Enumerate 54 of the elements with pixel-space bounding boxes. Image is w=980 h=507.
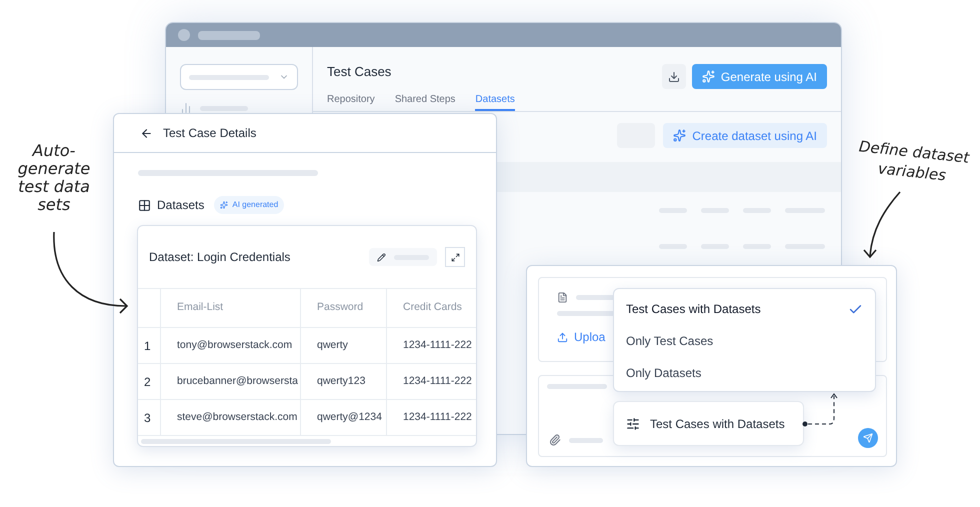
pencil-icon — [377, 252, 386, 262]
row-number: 1 — [138, 328, 161, 364]
create-dataset-button[interactable]: Create dataset using AI — [663, 123, 827, 148]
column-header: Password — [301, 288, 387, 328]
sliders-icon — [626, 416, 640, 430]
upload-link[interactable]: Uploa — [557, 328, 606, 346]
sparkle-icon — [702, 70, 715, 83]
table-cell: 1234-1111-222 — [387, 328, 476, 364]
expand-icon — [450, 252, 460, 262]
menu-item[interactable]: Test Cases with Datasets — [614, 293, 875, 325]
connector-arrow — [802, 392, 840, 428]
table-cell: 1234-1111-222 — [387, 364, 476, 400]
scrollbar[interactable] — [141, 438, 331, 444]
back-arrow-icon[interactable] — [140, 126, 153, 140]
menu-item[interactable]: Only Test Cases — [614, 325, 875, 357]
column-header — [138, 288, 161, 328]
row-number: 2 — [138, 364, 161, 400]
bar-chart-icon — [180, 102, 192, 114]
table-cell: brucebanner@browsersta — [161, 364, 301, 400]
upload-icon — [557, 332, 568, 342]
paperclip-icon[interactable] — [549, 434, 561, 446]
column-header: Credit Cards — [387, 288, 476, 328]
send-button[interactable] — [858, 428, 878, 448]
row-number: 3 — [138, 400, 161, 436]
sparkle-icon — [673, 129, 686, 142]
sparkle-icon — [220, 201, 228, 209]
section-title: Datasets — [157, 197, 204, 214]
dataset-title: Dataset: Login Credentials — [149, 249, 290, 266]
annotation-text: Define dataset variables — [857, 136, 972, 186]
grid-icon — [138, 198, 151, 212]
table-cell: tony@browserstack.com — [161, 328, 301, 364]
chip-label: Test Cases with Datasets — [650, 416, 785, 432]
table-cell: 1234-1111-222 — [387, 400, 476, 436]
table-cell: steve@browserstack.com — [161, 400, 301, 436]
table-cell: qwerty@1234 — [301, 400, 387, 436]
project-dropdown[interactable] — [180, 64, 298, 90]
send-icon — [863, 433, 873, 443]
panel-title: Test Case Details — [163, 125, 256, 142]
tab[interactable]: Datasets — [475, 93, 515, 111]
column-header: Email-List — [161, 288, 301, 328]
tab[interactable]: Repository — [327, 93, 375, 111]
table-cell: qwerty — [301, 328, 387, 364]
ai-badge: AI generated — [214, 196, 284, 214]
document-icon — [557, 292, 568, 303]
download-button[interactable] — [662, 64, 686, 89]
tab[interactable]: Shared Steps — [394, 93, 456, 111]
download-icon — [668, 70, 680, 82]
filter-chip[interactable]: Test Cases with Datasets — [613, 401, 804, 446]
table-cell: qwerty123 — [301, 364, 387, 400]
menu-item[interactable]: Only Datasets — [614, 357, 875, 389]
annotation-text: Auto- generate test data sets — [16, 142, 92, 214]
page-title: Test Cases — [327, 64, 392, 80]
generate-button[interactable]: Generate using AI — [692, 64, 827, 89]
expand-button[interactable] — [445, 247, 465, 267]
